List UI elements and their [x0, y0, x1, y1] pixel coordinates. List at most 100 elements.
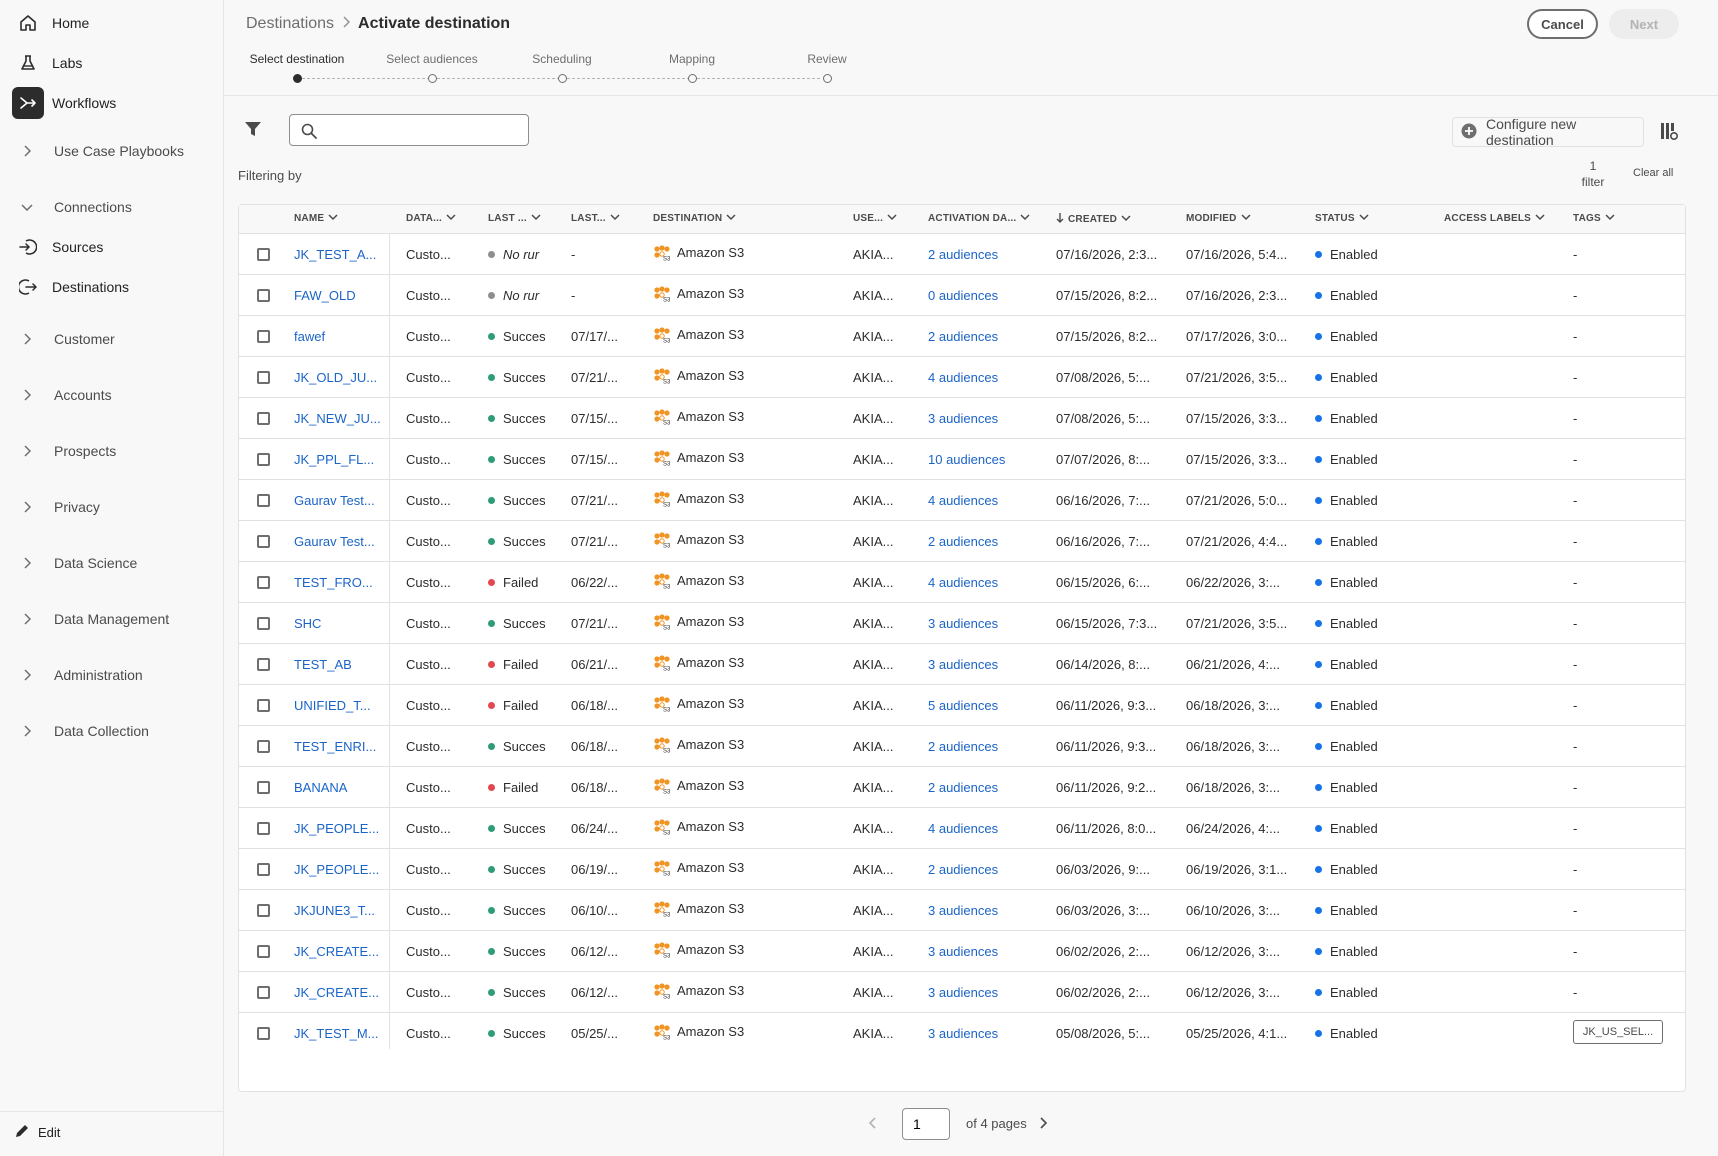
page-number-input[interactable] — [902, 1108, 950, 1140]
col-header-name[interactable]: NAME — [294, 213, 338, 224]
col-header-tags[interactable]: TAGS — [1573, 213, 1615, 224]
cell-name-link[interactable]: fawef — [294, 329, 382, 344]
cell-name-link[interactable]: Gaurav Test... — [294, 493, 382, 508]
row-checkbox[interactable] — [257, 494, 270, 507]
cell-name-link[interactable]: JK_OLD_JU... — [294, 370, 382, 385]
table-row[interactable]: JKJUNE3_T... Custo... Succes 06/10/... S3 Ama… — [239, 889, 1685, 930]
table-row[interactable]: TEST_FRO... Custo... Failed 06/22/... S3 Amaz… — [239, 561, 1685, 602]
row-checkbox[interactable] — [257, 371, 270, 384]
col-header-data[interactable]: DATA... — [406, 213, 456, 224]
cell-activation-audiences-link[interactable]: 4 audiences — [928, 493, 1046, 508]
row-checkbox[interactable] — [257, 863, 270, 876]
col-header-last-run-status[interactable]: LAST ... — [488, 213, 541, 224]
cancel-button[interactable]: Cancel — [1527, 9, 1598, 39]
sidebar-group-administration[interactable]: Administration — [16, 659, 143, 691]
cell-activation-audiences-link[interactable]: 3 audiences — [928, 944, 1046, 959]
cell-activation-audiences-link[interactable]: 3 audiences — [928, 903, 1046, 918]
col-header-last-run[interactable]: LAST... — [571, 213, 620, 224]
cell-activation-audiences-link[interactable]: 4 audiences — [928, 821, 1046, 836]
table-row[interactable]: TEST_AB Custo... Failed 06/21/... S3 Amazon S… — [239, 643, 1685, 684]
row-checkbox[interactable] — [257, 453, 270, 466]
cell-name-link[interactable]: JK_PEOPLE... — [294, 821, 382, 836]
table-row[interactable]: TEST_ENRI... Custo... Succes 06/18/... S3 Ama… — [239, 725, 1685, 766]
cell-activation-audiences-link[interactable]: 10 audiences — [928, 452, 1046, 467]
cell-name-link[interactable]: JK_PEOPLE... — [294, 862, 382, 877]
cell-name-link[interactable]: SHC — [294, 616, 382, 631]
cell-name-link[interactable]: JK_TEST_A... — [294, 247, 382, 262]
row-checkbox[interactable] — [257, 822, 270, 835]
cell-activation-audiences-link[interactable]: 4 audiences — [928, 575, 1046, 590]
cell-activation-audiences-link[interactable]: 4 audiences — [928, 370, 1046, 385]
cell-activation-audiences-link[interactable]: 2 audiences — [928, 534, 1046, 549]
tag-chip[interactable]: JK_US_SEL... — [1573, 1020, 1663, 1044]
table-row[interactable]: Gaurav Test... Custo... Succes 07/21/... S3 A… — [239, 520, 1685, 561]
col-header-modified[interactable]: MODIFIED — [1186, 213, 1251, 224]
table-row[interactable]: FAW_OLD Custo... No rur - S3 Amazon S3 AKIA...… — [239, 274, 1685, 315]
row-checkbox[interactable] — [257, 740, 270, 753]
cell-name-link[interactable]: JK_CREATE... — [294, 944, 382, 959]
col-header-access-labels[interactable]: ACCESS LABELS — [1444, 213, 1545, 224]
row-checkbox[interactable] — [257, 617, 270, 630]
table-row[interactable]: UNIFIED_T... Custo... Failed 06/18/... S3 Ama… — [239, 684, 1685, 725]
cell-activation-audiences-link[interactable]: 2 audiences — [928, 862, 1046, 877]
search-input[interactable] — [326, 119, 522, 141]
sidebar-item-home[interactable]: Home — [12, 7, 89, 39]
cell-name-link[interactable]: UNIFIED_T... — [294, 698, 382, 713]
cell-name-link[interactable]: BANANA — [294, 780, 382, 795]
table-row[interactable]: JK_CREATE... Custo... Succes 06/12/... S3 Ama… — [239, 971, 1685, 1012]
row-checkbox[interactable] — [257, 945, 270, 958]
row-checkbox[interactable] — [257, 986, 270, 999]
configure-new-destination-button[interactable]: Configure new destination — [1452, 116, 1644, 148]
cell-name-link[interactable]: JKJUNE3_T... — [294, 903, 382, 918]
table-row[interactable]: JK_PEOPLE... Custo... Succes 06/19/... S3 Ama… — [239, 848, 1685, 889]
cell-activation-audiences-link[interactable]: 3 audiences — [928, 1026, 1046, 1041]
row-checkbox[interactable] — [257, 576, 270, 589]
sidebar-group-data-management[interactable]: Data Management — [16, 603, 169, 635]
table-row[interactable]: JK_PEOPLE... Custo... Succes 06/24/... S3 Ama… — [239, 807, 1685, 848]
sidebar-item-labs[interactable]: Labs — [12, 47, 82, 79]
column-settings-icon[interactable] — [1660, 122, 1679, 143]
sidebar-item-workflows[interactable]: Workflows — [12, 87, 116, 119]
sidebar-group-accounts[interactable]: Accounts — [16, 379, 112, 411]
cell-activation-audiences-link[interactable]: 2 audiences — [928, 739, 1046, 754]
cell-name-link[interactable]: TEST_AB — [294, 657, 382, 672]
sidebar-group-data-science[interactable]: Data Science — [16, 547, 137, 579]
sidebar-item-sources[interactable]: Sources — [12, 231, 103, 263]
next-button[interactable]: Next — [1609, 9, 1679, 39]
cell-name-link[interactable]: TEST_FRO... — [294, 575, 382, 590]
row-checkbox[interactable] — [257, 289, 270, 302]
sidebar-group-connections[interactable]: Connections — [16, 191, 132, 223]
clear-all-button[interactable]: Clear all — [1633, 167, 1673, 179]
cell-name-link[interactable]: TEST_ENRI... — [294, 739, 382, 754]
cell-activation-audiences-link[interactable]: 3 audiences — [928, 411, 1046, 426]
sidebar-group-privacy[interactable]: Privacy — [16, 491, 100, 523]
table-row[interactable]: JK_PPL_FL... Custo... Succes 07/15/... S3 Ama… — [239, 438, 1685, 479]
table-row[interactable]: JK_OLD_JU... Custo... Succes 07/21/... S3 Ama… — [239, 356, 1685, 397]
cell-activation-audiences-link[interactable]: 2 audiences — [928, 329, 1046, 344]
cell-activation-audiences-link[interactable]: 3 audiences — [928, 985, 1046, 1000]
filter-icon[interactable] — [244, 120, 262, 141]
col-header-created[interactable]: CREATED — [1056, 213, 1131, 226]
table-row[interactable]: JK_TEST_A... Custo... No rur - S3 Amazon S3 AK… — [239, 233, 1685, 274]
row-checkbox[interactable] — [257, 330, 270, 343]
table-row[interactable]: fawef Custo... Succes 07/17/... S3 Amazon S3 A… — [239, 315, 1685, 356]
row-checkbox[interactable] — [257, 412, 270, 425]
sidebar-group-data-collection[interactable]: Data Collection — [16, 715, 149, 747]
cell-name-link[interactable]: JK_NEW_JU... — [294, 411, 382, 426]
cell-activation-audiences-link[interactable]: 2 audiences — [928, 247, 1046, 262]
table-row[interactable]: JK_TEST_M... Custo... Succes 05/25/... S3 Ama… — [239, 1012, 1685, 1053]
row-checkbox[interactable] — [257, 535, 270, 548]
row-checkbox[interactable] — [257, 658, 270, 671]
table-row[interactable]: SHC Custo... Succes 07/21/... S3 Amazon S3 AKI… — [239, 602, 1685, 643]
row-checkbox[interactable] — [257, 1027, 270, 1040]
row-checkbox[interactable] — [257, 699, 270, 712]
cell-activation-audiences-link[interactable]: 3 audiences — [928, 616, 1046, 631]
cell-name-link[interactable]: FAW_OLD — [294, 288, 382, 303]
cell-activation-audiences-link[interactable]: 5 audiences — [928, 698, 1046, 713]
cell-name-link[interactable]: JK_CREATE... — [294, 985, 382, 1000]
row-checkbox[interactable] — [257, 248, 270, 261]
prev-page-button[interactable] — [868, 1116, 878, 1133]
cell-activation-audiences-link[interactable]: 2 audiences — [928, 780, 1046, 795]
row-checkbox[interactable] — [257, 781, 270, 794]
breadcrumb-destinations[interactable]: Destinations — [246, 15, 334, 33]
